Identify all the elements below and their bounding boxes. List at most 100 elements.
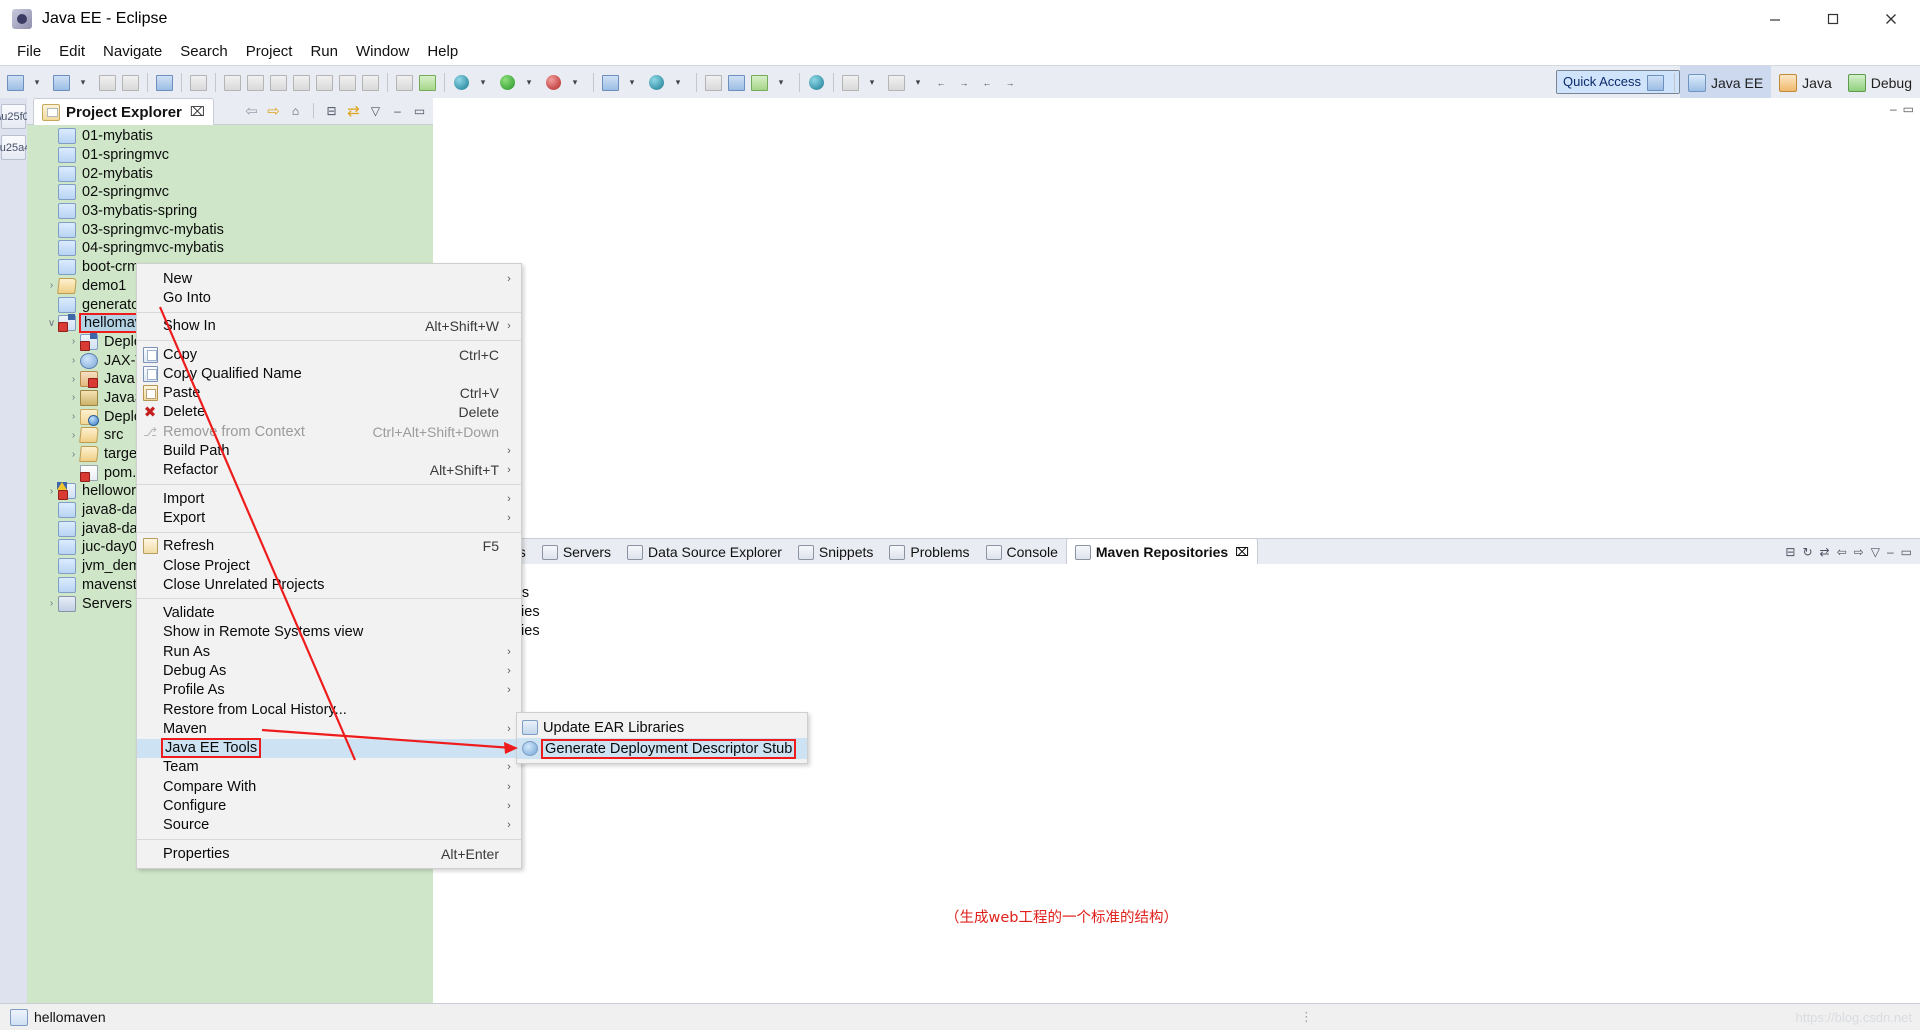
- menu-item-copy[interactable]: Copy Ctrl+C: [137, 345, 521, 364]
- close-button[interactable]: [1862, 0, 1920, 38]
- new-class-arrow-icon[interactable]: ▾: [669, 72, 690, 93]
- menu-item-import[interactable]: Import ›: [137, 489, 521, 508]
- back-icon[interactable]: ←: [932, 72, 953, 93]
- tree-item[interactable]: 01-springmvc: [27, 146, 433, 165]
- view-menu-icon[interactable]: ▽: [1871, 545, 1880, 559]
- next-annotation-icon[interactable]: [886, 72, 907, 93]
- minimize-icon[interactable]: –: [1890, 102, 1897, 116]
- menu-file[interactable]: File: [8, 40, 50, 63]
- new-wizard-icon[interactable]: [5, 72, 26, 93]
- web-project-arrow-icon[interactable]: ▾: [772, 72, 793, 93]
- expander-icon[interactable]: ›: [67, 355, 80, 366]
- back-icon[interactable]: ⇦: [1837, 545, 1847, 559]
- menu-help[interactable]: Help: [418, 40, 467, 63]
- forward-arrow-icon[interactable]: ⇨: [264, 101, 283, 120]
- refresh-icon[interactable]: ↻: [1802, 545, 1812, 559]
- menu-item-show-in[interactable]: Show In Alt+Shift+W ›: [137, 317, 521, 336]
- debug-dropdown-arrow-icon[interactable]: ▾: [474, 72, 495, 93]
- tab-project-explorer[interactable]: Project Explorer ⌧: [33, 98, 214, 126]
- minimize-icon[interactable]: –: [1887, 545, 1894, 559]
- print-icon[interactable]: [154, 72, 175, 93]
- resume-icon[interactable]: [222, 72, 243, 93]
- project-explorer-fastview-icon[interactable]: \u25a4: [0, 135, 30, 160]
- expander-icon[interactable]: ›: [67, 336, 80, 347]
- step-return-icon[interactable]: [360, 72, 381, 93]
- save-all-icon[interactable]: [120, 72, 141, 93]
- link-icon[interactable]: ⇄: [1820, 545, 1830, 559]
- menu-item-properties[interactable]: Properties Alt+Enter: [137, 844, 521, 863]
- menu-item-profile-as[interactable]: Profile As ›: [137, 681, 521, 700]
- menu-item-export[interactable]: Export ›: [137, 508, 521, 527]
- restore-view-icon[interactable]: \u25f0: [0, 104, 29, 129]
- home-icon[interactable]: ⌂: [286, 101, 305, 120]
- nav-forward-icon[interactable]: →: [1001, 72, 1022, 93]
- menu-item-maven[interactable]: Maven ›: [137, 719, 521, 738]
- expander-icon[interactable]: ›: [45, 598, 58, 609]
- menu-item-copy-qualified-name[interactable]: Copy Qualified Name: [137, 364, 521, 383]
- expander-icon[interactable]: ›: [67, 449, 80, 460]
- menu-navigate[interactable]: Navigate: [94, 40, 171, 63]
- open-type-icon[interactable]: [703, 72, 724, 93]
- search-icon[interactable]: [806, 72, 827, 93]
- menu-item-source[interactable]: Source ›: [137, 816, 521, 835]
- maven-repositories-view[interactable]: positoriesepositoriesRepositoriesReposit…: [433, 564, 1920, 1004]
- repository-row[interactable]: positories: [433, 564, 1920, 583]
- new-file-dropdown-arrow-icon[interactable]: ▾: [74, 72, 95, 93]
- tab-snippets[interactable]: Snippets: [790, 539, 881, 565]
- tree-item[interactable]: 01-mybatis: [27, 127, 433, 146]
- status-dots-icon[interactable]: ⋮: [1300, 1009, 1315, 1025]
- menu-item-close-unrelated-projects[interactable]: Close Unrelated Projects: [137, 575, 521, 594]
- java-ee-tools-submenu[interactable]: Update EAR Libraries Generate Deployment …: [516, 712, 808, 764]
- activate-task-icon[interactable]: [417, 72, 438, 93]
- disconnect-icon[interactable]: [291, 72, 312, 93]
- menu-run[interactable]: Run: [301, 40, 347, 63]
- tab-servers[interactable]: Servers: [534, 539, 619, 565]
- expander-icon[interactable]: ›: [45, 280, 58, 291]
- repository-row[interactable]: Repositories: [433, 621, 1920, 640]
- menu-item-debug-as[interactable]: Debug As ›: [137, 661, 521, 680]
- tree-item[interactable]: 03-springmvc-mybatis: [27, 220, 433, 239]
- expander-icon[interactable]: ›: [67, 430, 80, 441]
- maximize-icon[interactable]: ▭: [1901, 545, 1912, 559]
- menu-item-go-into[interactable]: Go Into: [137, 288, 521, 307]
- last-edit-icon[interactable]: [840, 72, 861, 93]
- open-perspective-icon[interactable]: [1641, 66, 1669, 99]
- menu-item-delete[interactable]: ✖ Delete Delete: [137, 403, 521, 422]
- new-server-icon[interactable]: [726, 72, 747, 93]
- run-icon[interactable]: [497, 72, 518, 93]
- perspective-java-ee[interactable]: Java EE: [1680, 66, 1772, 99]
- forward-icon[interactable]: →: [955, 72, 976, 93]
- perspective-debug[interactable]: Debug: [1840, 66, 1920, 99]
- new-class-icon[interactable]: [646, 72, 667, 93]
- perspective-java[interactable]: Java: [1771, 66, 1840, 99]
- menu-item-close-project[interactable]: Close Project: [137, 556, 521, 575]
- skip-breakpoints-icon[interactable]: [188, 72, 209, 93]
- menu-edit[interactable]: Edit: [50, 40, 94, 63]
- tree-item[interactable]: 03-mybatis-spring: [27, 202, 433, 221]
- expander-icon[interactable]: ›: [67, 411, 80, 422]
- suspend-icon[interactable]: [245, 72, 266, 93]
- run-dropdown-arrow-icon[interactable]: ▾: [520, 72, 541, 93]
- web-project-icon[interactable]: [749, 72, 770, 93]
- tab-console[interactable]: Console: [978, 539, 1066, 565]
- maximize-icon[interactable]: ▭: [1903, 102, 1914, 116]
- menu-project[interactable]: Project: [237, 40, 302, 63]
- tab-data-source-explorer[interactable]: Data Source Explorer: [619, 539, 790, 565]
- close-icon[interactable]: ⌧: [190, 104, 205, 120]
- menu-search[interactable]: Search: [171, 40, 237, 63]
- menu-item-show-in-remote-systems-view[interactable]: Show in Remote Systems view: [137, 623, 521, 642]
- run-external-dropdown-arrow-icon[interactable]: ▾: [566, 72, 587, 93]
- expander-icon[interactable]: ›: [67, 392, 80, 403]
- tree-item[interactable]: 02-mybatis: [27, 164, 433, 183]
- collapse-all-icon[interactable]: ⊟: [322, 101, 341, 120]
- tree-item[interactable]: 02-springmvc: [27, 183, 433, 202]
- nav-back-icon[interactable]: ←: [978, 72, 999, 93]
- menu-item-java-ee-tools[interactable]: Java EE Tools ›: [137, 738, 521, 759]
- run-external-icon[interactable]: [543, 72, 564, 93]
- close-icon[interactable]: ⌧: [1235, 545, 1249, 559]
- menu-item-refresh[interactable]: Refresh F5: [137, 537, 521, 556]
- new-java-project-icon[interactable]: [600, 72, 621, 93]
- view-menu-icon[interactable]: ▽: [366, 101, 385, 120]
- last-edit-arrow-icon[interactable]: ▾: [863, 72, 884, 93]
- menu-item-restore-from-local-history[interactable]: Restore from Local History...: [137, 700, 521, 719]
